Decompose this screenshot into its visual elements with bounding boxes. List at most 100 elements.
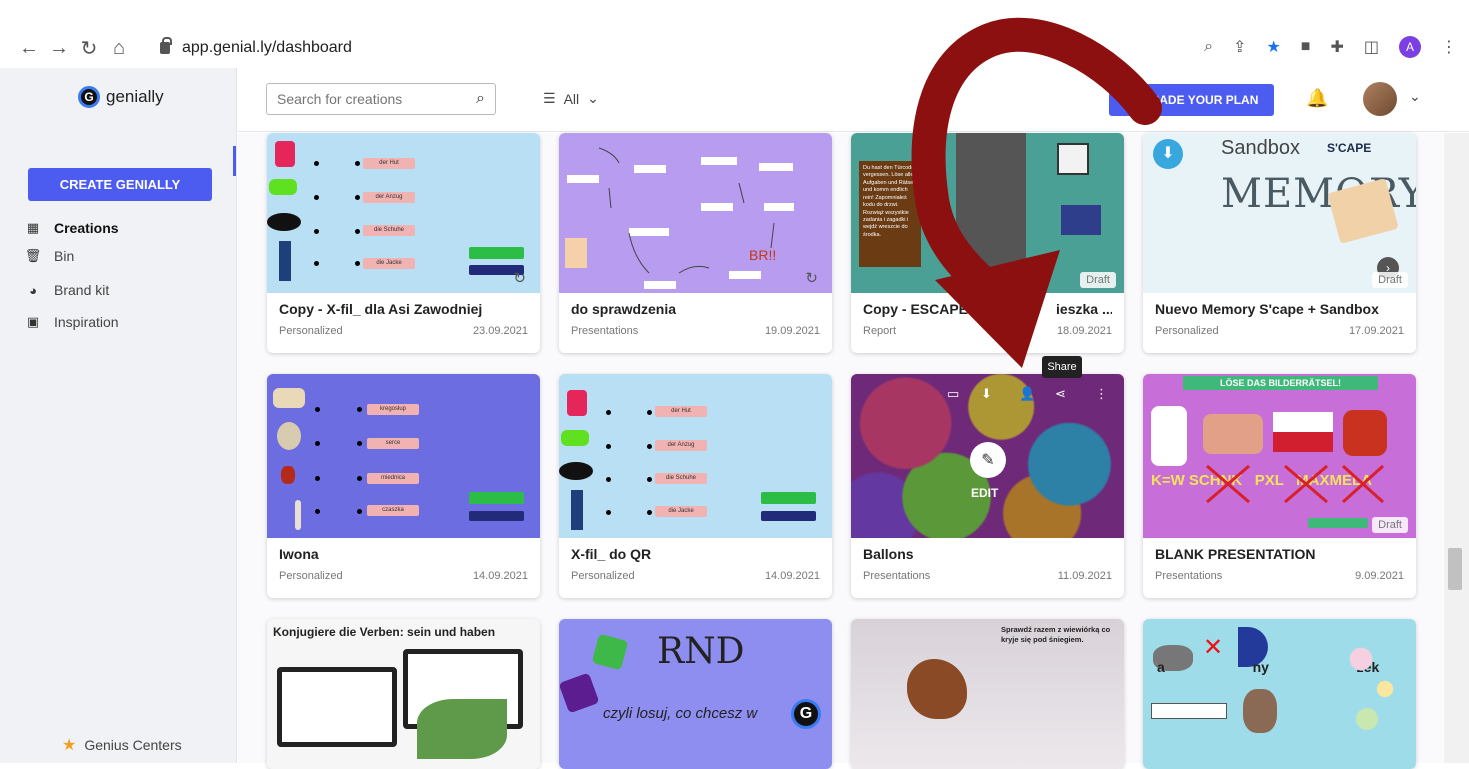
eggs-image: [1343, 639, 1403, 739]
word-chip: der Hut: [363, 158, 415, 169]
card-thumbnail[interactable]: ⬇ Sandbox S'CAPE MEMORY › Draft: [1143, 133, 1416, 293]
download-icon: ⬇: [1153, 139, 1183, 169]
plant-image: [417, 699, 507, 759]
genially-logo-icon: G: [78, 86, 100, 108]
rnd-title: RND: [657, 631, 745, 672]
skull-image: [277, 422, 301, 450]
shoes-image: [561, 430, 589, 446]
creation-card[interactable]: Du hast den Türcode vergessen. Löse alle…: [851, 133, 1124, 353]
genially-logo[interactable]: G genially: [78, 86, 164, 108]
sync-icon[interactable]: ↻: [513, 269, 526, 287]
search-input[interactable]: [277, 91, 477, 107]
top-bar: ⌕ ☰ All ⌄ UPGRADE YOUR PLAN 🔔 ⌄: [238, 68, 1469, 132]
menu-dots-icon[interactable]: ⋮: [1441, 37, 1457, 57]
scrollbar[interactable]: [1444, 133, 1469, 763]
home-icon[interactable]: ⌂: [104, 37, 134, 60]
card-thumbnail[interactable]: BR!! ↻: [559, 133, 832, 293]
creation-card[interactable]: Sprawdź razem z wiewiórką co kryje się p…: [851, 619, 1124, 769]
palette-icon: ◕: [29, 282, 37, 298]
search-icon[interactable]: ⌕: [476, 90, 485, 108]
creation-card[interactable]: ✕ a ny zek: [1143, 619, 1416, 769]
card-thumbnail[interactable]: Konjugiere die Verben: sein und haben: [267, 619, 540, 769]
card-title: Ballons: [863, 546, 914, 562]
inspiration-icon: ▣: [26, 314, 40, 329]
word-chip: die Jacke: [655, 506, 707, 517]
sidebar-item-bin[interactable]: 🗑 Bin: [25, 248, 74, 264]
chevron-down-icon[interactable]: ⌄: [1409, 88, 1421, 105]
download-icon[interactable]: ⬇: [981, 386, 992, 402]
word-chip: die Schuhe: [655, 473, 707, 484]
scape-logo: S'CAPE: [1327, 141, 1372, 155]
browser-toolbar: ← → ↻ ⌂ app.genial.ly/dashboard ⌕ ⇪ ★ ■ …: [0, 28, 1469, 68]
card-title: X-fil_ do QR: [571, 546, 652, 562]
card-date: 19.09.2021: [764, 325, 820, 337]
heart-image: [281, 466, 295, 484]
puzzle-icon[interactable]: ✚: [1330, 37, 1343, 57]
sidebar-item-brand-kit[interactable]: ◕ Brand kit: [26, 282, 109, 298]
filter-label: All: [563, 90, 580, 107]
cross-icon: ✕: [1203, 634, 1224, 661]
sync-icon[interactable]: ↻: [805, 269, 818, 287]
card-thumbnail[interactable]: kregosłup serce miednica czaszka: [267, 374, 540, 538]
creation-card[interactable]: ▭ ⬇ 👤 ⋖ ⋮ ✎ EDIT Ballons Presentations 11…: [851, 374, 1124, 598]
add-collaborator-icon[interactable]: 👤: [1019, 386, 1035, 402]
share-page-icon[interactable]: ⇪: [1233, 37, 1246, 57]
squirrel-text: Sprawdź razem z wiewiórką co kryje się p…: [1001, 625, 1111, 644]
status-badge: Draft: [1080, 272, 1116, 288]
card-title: Copy - ESCAPE ieszka ...: [863, 301, 1112, 317]
creation-card[interactable]: RND czyli losuj, co chcesz w G: [559, 619, 832, 769]
word-chip: die Schuhe: [363, 225, 415, 236]
upgrade-plan-button[interactable]: UPGRADE YOUR PLAN: [1109, 84, 1274, 116]
extension-icon[interactable]: ■: [1301, 38, 1311, 56]
more-options-icon[interactable]: ⋮: [1095, 386, 1108, 402]
sidebar-item-creations[interactable]: ▦ Creations: [26, 220, 119, 236]
suit-image: [571, 490, 583, 530]
card-thumbnail[interactable]: der Hut der Anzug die Schuhe die Jacke ↻: [267, 133, 540, 293]
card-type: Personalized: [279, 570, 343, 582]
creation-card[interactable]: kregosłup serce miednica czaszka Iwona P…: [267, 374, 540, 598]
card-date: 17.09.2021: [1348, 325, 1404, 337]
word-chip: die Jacke: [363, 258, 415, 269]
card-thumbnail[interactable]: LÖSE DAS BILDERRÄTSEL! K=W SCHNK PXL MAX…: [1143, 374, 1416, 538]
card-thumbnail[interactable]: der Hut der Anzug die Schuhe die Jacke: [559, 374, 832, 538]
creation-card[interactable]: LÖSE DAS BILDERRÄTSEL! K=W SCHNK PXL MAX…: [1143, 374, 1416, 598]
creation-card[interactable]: der Hut der Anzug die Schuhe die Jacke X…: [559, 374, 832, 598]
filter-dropdown[interactable]: ☰ All ⌄: [543, 90, 599, 107]
answer-box[interactable]: [1151, 703, 1227, 719]
present-icon[interactable]: ▭: [947, 386, 959, 402]
card-thumbnail[interactable]: ▭ ⬇ 👤 ⋖ ⋮ ✎ EDIT: [851, 374, 1124, 538]
user-avatar[interactable]: [1363, 82, 1397, 116]
creation-card[interactable]: der Hut der Anzug die Schuhe die Jacke ↻…: [267, 133, 540, 353]
card-type: Report: [863, 325, 897, 337]
create-genially-button[interactable]: CREATE GENIALLY: [28, 168, 212, 201]
sidebar-item-inspiration[interactable]: ▣ Inspiration: [26, 314, 119, 330]
genially-logo-icon: G: [791, 699, 821, 729]
card-date: 14.09.2021: [472, 570, 528, 582]
profile-avatar[interactable]: A: [1399, 36, 1421, 58]
address-bar[interactable]: app.genial.ly/dashboard: [160, 37, 352, 57]
card-thumbnail[interactable]: ✕ a ny zek: [1143, 619, 1416, 769]
scrollbar-thumb[interactable]: [1448, 548, 1462, 590]
creation-card[interactable]: BR!! ↻ do sprawdzenia Presentations 19.09…: [559, 133, 832, 353]
filter-icon: ☰: [543, 90, 556, 106]
card-thumbnail[interactable]: Du hast den Türcode vergessen. Löse alle…: [851, 133, 1124, 293]
zoom-icon[interactable]: ⌕: [1204, 38, 1213, 56]
svg-text:BR!!: BR!!: [749, 247, 776, 263]
creation-card[interactable]: Konjugiere die Verben: sein und haben: [267, 619, 540, 769]
card-thumbnail[interactable]: RND czyli losuj, co chcesz w G: [559, 619, 832, 769]
reload-icon[interactable]: ↻: [74, 36, 104, 61]
genius-centers-link[interactable]: ★ Genius Centers: [62, 735, 182, 755]
active-indicator: [233, 146, 236, 176]
bookmark-star-icon[interactable]: ★: [1266, 37, 1280, 57]
sidepanel-icon[interactable]: ◫: [1364, 37, 1379, 57]
edit-button[interactable]: ✎: [970, 442, 1006, 478]
card-thumbnail[interactable]: Sprawdź razem z wiewiórką co kryje się p…: [851, 619, 1124, 769]
dice-image: [559, 672, 600, 714]
rabbit-image: [1243, 689, 1277, 733]
forward-icon[interactable]: →: [44, 37, 74, 60]
hat-image: [559, 462, 593, 480]
back-icon[interactable]: ←: [14, 37, 44, 60]
share-icon[interactable]: ⋖: [1055, 386, 1066, 402]
notification-bell-icon[interactable]: 🔔: [1306, 88, 1328, 109]
creation-card[interactable]: ⬇ Sandbox S'CAPE MEMORY › Draft Nuevo Me…: [1143, 133, 1416, 353]
